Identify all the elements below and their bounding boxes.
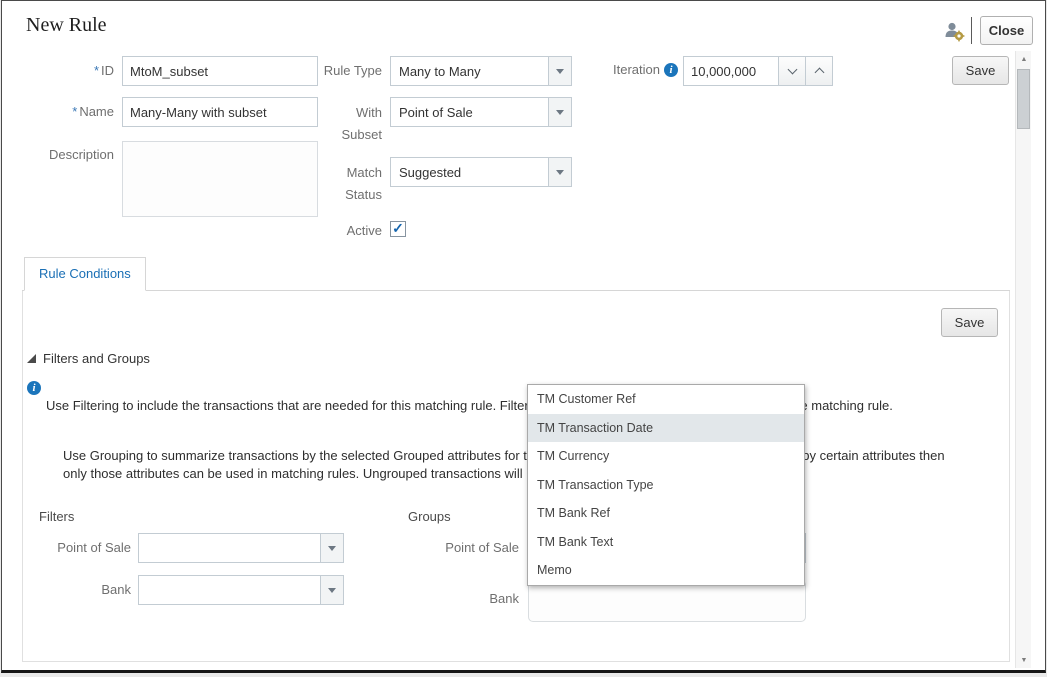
dropdown-item-highlighted[interactable]: TM Transaction Date xyxy=(528,414,804,443)
active-checkbox[interactable] xyxy=(390,221,406,237)
scroll-up-icon[interactable]: ▲ xyxy=(1016,51,1032,67)
attribute-dropdown: TM Customer Ref TM Transaction Date TM C… xyxy=(527,384,805,586)
group-point-of-sale-label: Point of Sale xyxy=(411,540,519,556)
iteration-input[interactable] xyxy=(683,56,779,86)
name-input[interactable] xyxy=(122,97,318,127)
chevron-down-icon xyxy=(787,65,797,75)
dropdown-item[interactable]: TM Bank Text xyxy=(528,528,804,557)
groups-title: Groups xyxy=(408,509,451,524)
info-icon[interactable]: i xyxy=(27,381,41,395)
chevron-down-icon[interactable] xyxy=(320,534,343,562)
with-subset-label: With Subset xyxy=(324,102,382,146)
filters-title: Filters xyxy=(39,509,74,524)
filter-point-of-sale-select[interactable] xyxy=(138,533,344,563)
new-rule-dialog: New Rule Close *ID Rule Type Many to Man… xyxy=(1,0,1046,673)
dropdown-item[interactable]: TM Currency xyxy=(528,442,804,471)
iteration-label-row: Iteration i xyxy=(572,62,678,78)
chevron-down-icon[interactable] xyxy=(320,576,343,604)
with-subset-select[interactable]: Point of Sale xyxy=(390,97,572,127)
active-label: Active xyxy=(290,223,382,239)
rule-type-select[interactable]: Many to Many xyxy=(390,56,572,86)
iteration-increment-button[interactable] xyxy=(805,56,833,86)
dropdown-item[interactable]: TM Bank Ref xyxy=(528,499,804,528)
rule-type-value: Many to Many xyxy=(391,57,548,85)
description-label: Description xyxy=(22,147,114,163)
iteration-decrement-button[interactable] xyxy=(778,56,806,86)
vertical-scrollbar[interactable]: ▲ ▼ xyxy=(1015,51,1031,668)
description-textarea[interactable] xyxy=(122,141,318,217)
dropdown-item[interactable]: TM Transaction Type xyxy=(528,471,804,500)
group-bank-label: Bank xyxy=(411,591,519,607)
match-status-value: Suggested xyxy=(391,158,548,186)
id-input[interactable] xyxy=(122,56,318,86)
scrollbar-thumb[interactable] xyxy=(1017,69,1030,129)
page-title: New Rule xyxy=(26,14,107,37)
name-label: *Name xyxy=(22,104,114,120)
match-status-select[interactable]: Suggested xyxy=(390,157,572,187)
chevron-down-icon[interactable] xyxy=(548,57,571,85)
chevron-down-icon[interactable] xyxy=(548,158,571,186)
required-marker: * xyxy=(94,63,99,78)
rule-type-label: Rule Type xyxy=(290,63,382,79)
section-title: Filters and Groups xyxy=(43,351,150,366)
filter-point-of-sale-label: Point of Sale xyxy=(23,540,131,556)
tab-bar: Rule Conditions xyxy=(22,257,1010,291)
chevron-up-icon xyxy=(814,68,824,78)
info-icon[interactable]: i xyxy=(664,63,678,77)
grouping-help-text: Use Grouping to summarize transactions b… xyxy=(63,447,970,483)
id-label: *ID xyxy=(22,63,114,79)
with-subset-value: Point of Sale xyxy=(391,98,548,126)
rule-conditions-panel: Save Filters and Groups i Use Filtering … xyxy=(22,291,1010,662)
iteration-label: Iteration xyxy=(613,62,660,78)
panel-save-button[interactable]: Save xyxy=(941,308,998,337)
close-button[interactable]: Close xyxy=(980,16,1033,45)
group-bank-field[interactable] xyxy=(528,580,806,622)
dropdown-item[interactable]: TM Customer Ref xyxy=(528,385,804,414)
match-status-label: Match Status xyxy=(324,162,382,206)
chevron-down-icon[interactable] xyxy=(548,98,571,126)
filters-groups-section-header: Filters and Groups xyxy=(27,351,150,366)
required-marker: * xyxy=(72,104,77,119)
filtering-help-text: Use Filtering to include the transaction… xyxy=(46,397,943,415)
filter-bank-label: Bank xyxy=(23,582,131,598)
save-button-top[interactable]: Save xyxy=(952,56,1009,85)
collapse-triangle-icon[interactable] xyxy=(27,354,36,363)
dropdown-item[interactable]: Memo xyxy=(528,556,804,585)
header-divider xyxy=(971,17,972,44)
filter-bank-select[interactable] xyxy=(138,575,344,605)
scroll-down-icon[interactable]: ▼ xyxy=(1016,652,1032,668)
user-settings-icon[interactable] xyxy=(943,20,966,43)
tab-rule-conditions[interactable]: Rule Conditions xyxy=(24,257,146,291)
